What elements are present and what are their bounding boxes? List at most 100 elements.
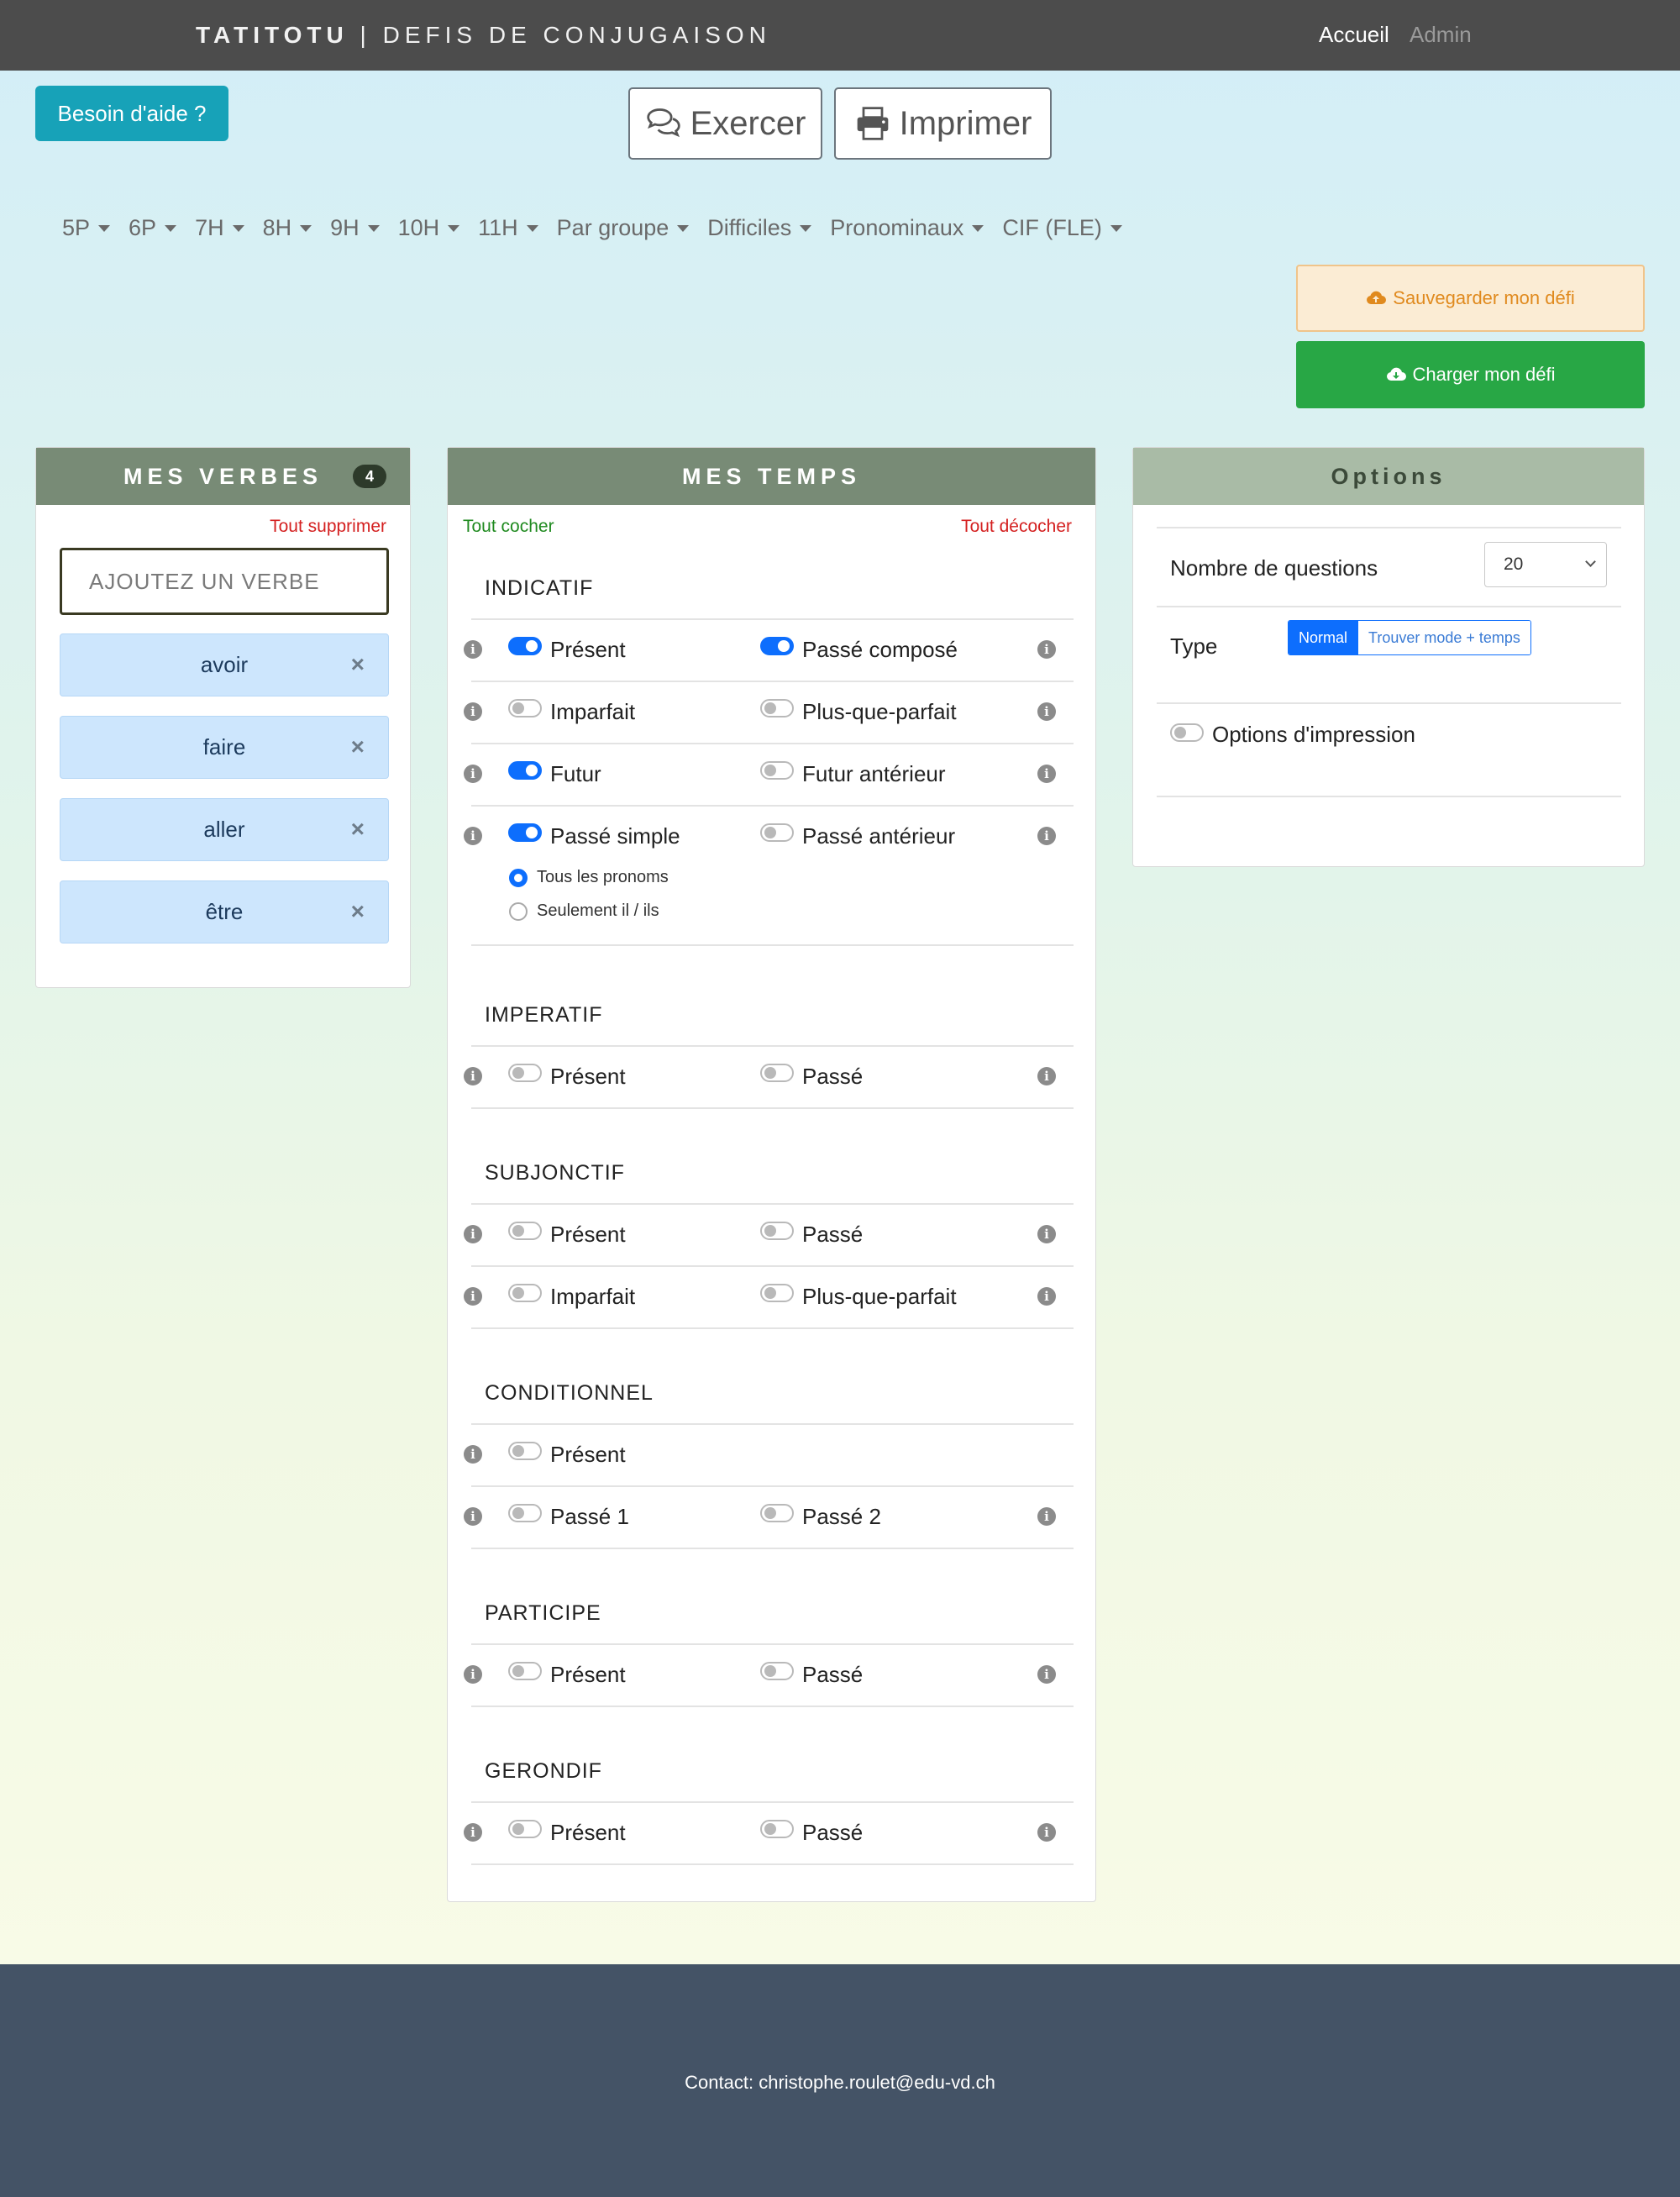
info-icon[interactable]: i [464, 1823, 482, 1842]
info-icon[interactable]: i [1037, 702, 1056, 721]
divider [471, 1327, 1074, 1329]
tense-toggle[interactable] [508, 823, 542, 842]
verb-chip[interactable]: être × [60, 880, 389, 943]
info-icon[interactable]: i [464, 1225, 482, 1243]
tense-toggle[interactable] [760, 1222, 794, 1240]
grade-6p-dropdown[interactable]: 6P [129, 215, 177, 241]
tense-label: Présent [550, 1442, 626, 1467]
verb-chip[interactable]: avoir × [60, 633, 389, 696]
tense-toggle[interactable] [760, 1662, 794, 1680]
questions-count-select[interactable]: 20 [1484, 542, 1607, 587]
info-icon[interactable]: i [1037, 1067, 1056, 1085]
nav-admin[interactable]: Admin [1410, 22, 1472, 48]
exercer-button[interactable]: Exercer [628, 87, 822, 160]
grade-11h-dropdown[interactable]: 11H [478, 215, 538, 241]
contact-text[interactable]: Contact: christophe.roulet@edu-vd.ch [0, 2072, 1680, 2094]
grade-7h-dropdown[interactable]: 7H [195, 215, 244, 241]
type-normal-button[interactable]: Normal [1289, 621, 1358, 654]
tense-toggle[interactable] [508, 1504, 542, 1522]
grade-9h-dropdown[interactable]: 9H [330, 215, 380, 241]
divider [471, 944, 1074, 946]
divider [471, 1643, 1074, 1645]
grade-5p-dropdown[interactable]: 5P [62, 215, 111, 241]
info-icon[interactable]: i [464, 1067, 482, 1085]
info-icon[interactable]: i [464, 640, 482, 659]
tense-toggle[interactable] [508, 1820, 542, 1838]
info-icon[interactable]: i [464, 1287, 482, 1306]
grade-8h-dropdown[interactable]: 8H [263, 215, 312, 241]
info-icon[interactable]: i [1037, 765, 1056, 783]
grade-label: 10H [397, 215, 440, 240]
info-icon[interactable]: i [464, 1665, 482, 1684]
tense-toggle[interactable] [760, 1504, 794, 1522]
remove-verb-icon[interactable]: × [351, 733, 365, 760]
tense-toggle[interactable] [760, 761, 794, 780]
info-icon[interactable]: i [1037, 1665, 1056, 1684]
tense-toggle[interactable] [760, 699, 794, 717]
tense-toggle[interactable] [760, 1284, 794, 1302]
pronoun-radio[interactable] [509, 869, 528, 887]
print-options-toggle[interactable] [1170, 723, 1204, 742]
remove-verb-icon[interactable]: × [351, 651, 365, 678]
tense-label: Futur [550, 761, 601, 786]
imprimer-button[interactable]: Imprimer [834, 87, 1052, 160]
grade-label: 11H [478, 215, 518, 240]
help-button[interactable]: Besoin d'aide ? [35, 86, 228, 141]
section-title: SUBJONCTIF [485, 1161, 625, 1185]
tense-toggle[interactable] [760, 823, 794, 842]
info-icon[interactable]: i [464, 1507, 482, 1526]
divider [471, 1423, 1074, 1425]
info-icon[interactable]: i [1037, 640, 1056, 659]
brand[interactable]: TATITOTU | DEFIS DE CONJUGAISON [196, 22, 771, 49]
add-verb-input[interactable]: AJOUTEZ UN VERBE [60, 548, 389, 615]
par-groupe-dropdown[interactable]: Par groupe [557, 215, 690, 241]
difficiles-dropdown[interactable]: Difficiles [707, 215, 812, 241]
save-challenge-button[interactable]: Sauvegarder mon défi [1296, 265, 1645, 332]
tense-toggle[interactable] [760, 1820, 794, 1838]
info-icon[interactable]: i [1037, 1225, 1056, 1243]
grade-10h-dropdown[interactable]: 10H [398, 215, 460, 241]
clear-verbs-link[interactable]: Tout supprimer [270, 517, 386, 537]
tenses-card: MES TEMPS Tout cocher Tout décocher INDI… [447, 447, 1096, 1902]
pronoun-radio[interactable] [509, 902, 528, 921]
nav-accueil[interactable]: Accueil [1319, 22, 1389, 48]
tense-toggle[interactable] [760, 1064, 794, 1082]
info-icon[interactable]: i [464, 827, 482, 845]
caret-down-icon [972, 224, 984, 232]
verb-name: avoir [200, 652, 249, 677]
info-icon[interactable]: i [464, 765, 482, 783]
tense-toggle[interactable] [508, 761, 542, 780]
info-icon[interactable]: i [464, 1445, 482, 1464]
tense-toggle[interactable] [508, 1064, 542, 1082]
tense-toggle[interactable] [760, 637, 794, 655]
tense-toggle[interactable] [508, 1442, 542, 1460]
tense-toggle[interactable] [508, 637, 542, 655]
pronominaux-dropdown[interactable]: Pronominaux [830, 215, 984, 241]
divider [471, 1801, 1074, 1803]
verb-chip[interactable]: aller × [60, 798, 389, 861]
type-find-mode-button[interactable]: Trouver mode + temps [1357, 621, 1530, 654]
load-challenge-button[interactable]: Charger mon défi [1296, 341, 1645, 408]
info-icon[interactable]: i [1037, 1287, 1056, 1306]
cif-fle-dropdown[interactable]: CIF (FLE) [1002, 215, 1122, 241]
uncheck-all-link[interactable]: Tout décocher [961, 517, 1072, 537]
grade-label: Pronominaux [830, 215, 964, 240]
verb-chip[interactable]: faire × [60, 716, 389, 779]
tense-toggle[interactable] [508, 1662, 542, 1680]
tense-label: Passé 1 [550, 1504, 629, 1529]
print-icon [857, 107, 888, 140]
info-icon[interactable]: i [464, 702, 482, 721]
exercer-label: Exercer [690, 104, 806, 142]
tense-toggle[interactable] [508, 1222, 542, 1240]
check-all-link[interactable]: Tout cocher [463, 517, 554, 537]
info-icon[interactable]: i [1037, 827, 1056, 845]
type-toggle-group: Normal Trouver mode + temps [1288, 620, 1531, 655]
tense-toggle[interactable] [508, 699, 542, 717]
info-icon[interactable]: i [1037, 1823, 1056, 1842]
tense-toggle[interactable] [508, 1284, 542, 1302]
divider [471, 618, 1074, 620]
divider [471, 1265, 1074, 1267]
remove-verb-icon[interactable]: × [351, 816, 365, 843]
remove-verb-icon[interactable]: × [351, 898, 365, 925]
info-icon[interactable]: i [1037, 1507, 1056, 1526]
